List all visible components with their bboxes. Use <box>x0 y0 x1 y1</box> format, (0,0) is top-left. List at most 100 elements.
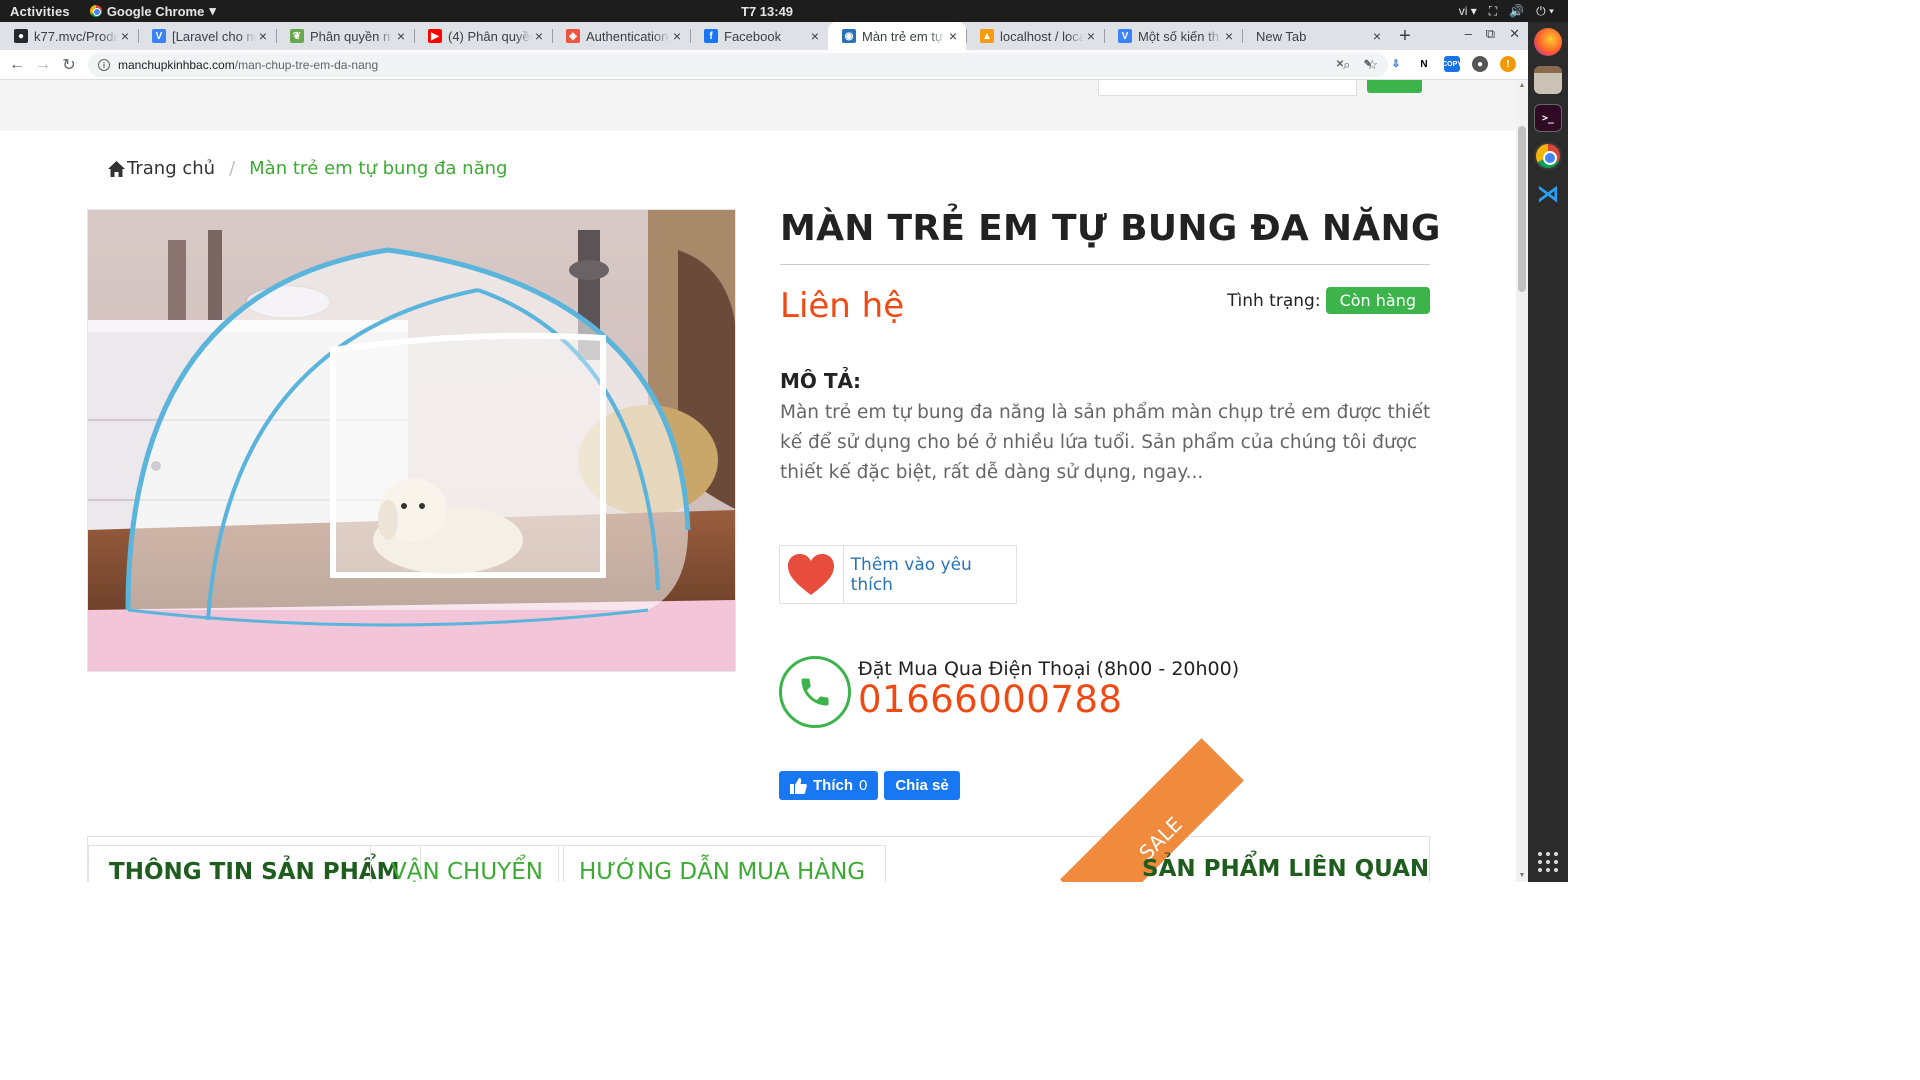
update-warning-icon[interactable]: ! <box>1500 56 1516 72</box>
laravel-icon: ◈ <box>566 29 580 43</box>
minimize-icon[interactable]: – <box>1465 26 1472 42</box>
browser-tab[interactable]: ◈ Authentication × <box>552 22 690 50</box>
download-icon[interactable]: ⇩ <box>1388 56 1404 72</box>
system-top-bar: Activities Google Chrome ▾ T7 13:49 vi ▾… <box>0 0 1568 22</box>
firefox-icon[interactable] <box>1534 28 1562 56</box>
extension-n-icon[interactable]: N <box>1416 56 1432 72</box>
browser-tab[interactable]: V Một số kiến th × <box>1104 22 1242 50</box>
phone-icon[interactable] <box>779 656 851 728</box>
v-logo-icon: V <box>152 29 166 43</box>
restore-icon[interactable]: ⧉ <box>1486 26 1495 42</box>
related-products-heading: SẢN PHẨM LIÊN QUAN <box>1142 856 1430 882</box>
language-indicator[interactable]: vi ▾ <box>1459 4 1477 18</box>
tab-close-icon[interactable]: × <box>256 28 270 44</box>
breadcrumb-home[interactable]: Trang chủ <box>108 158 215 179</box>
clock[interactable]: T7 13:49 <box>741 4 793 19</box>
scroll-thumb[interactable] <box>1518 126 1526 292</box>
reload-icon[interactable]: ↻ <box>56 55 82 75</box>
browser-tab[interactable]: f Facebook × <box>690 22 828 50</box>
caret-down-icon: ▾ <box>209 3 216 18</box>
tab-buying-guide[interactable]: HƯỚNG DẪN MUA HÀNG <box>558 845 887 882</box>
activities-button[interactable]: Activities <box>10 4 70 19</box>
extension-x-icon[interactable]: ✕ <box>1332 56 1348 72</box>
phpmyadmin-icon: ▲ <box>980 29 994 43</box>
home-icon <box>108 160 125 177</box>
url-path: /man-chup-tre-em-da-nang <box>234 58 379 72</box>
browser-tab[interactable]: ◉ Màn trẻ em tự b × <box>828 22 966 50</box>
product-price: Liên hệ <box>780 286 905 326</box>
leaf-icon: ❦ <box>290 29 304 43</box>
tab-title: k77.mvc/Produ <box>34 28 118 44</box>
phone-caption: Đặt Mua Qua Điện Thoại (8h00 - 20h00) <box>858 658 1240 680</box>
browser-tab[interactable]: V [Laravel cho ng × <box>138 22 276 50</box>
tab-strip: ● k77.mvc/Produ × V [Laravel cho ng × ❦ Phân qu… <box>0 22 1528 50</box>
eyedropper-icon[interactable]: ✎ <box>1360 56 1376 72</box>
product-image[interactable] <box>87 209 736 672</box>
url-host: manchupkinhbac.com <box>118 58 235 72</box>
facebook-like-button[interactable]: Thích 0 <box>779 771 879 800</box>
new-tab-plus-icon[interactable]: + <box>1390 22 1420 50</box>
facebook-icon: f <box>704 29 718 43</box>
breadcrumb-current: Màn trẻ em tự bung đa năng <box>249 158 508 179</box>
info-icon[interactable]: i <box>98 59 110 71</box>
copy-icon[interactable]: COPY <box>1442 56 1462 72</box>
tab-close-icon[interactable]: × <box>118 28 132 44</box>
github-icon: ● <box>14 29 28 43</box>
page-scrollbar[interactable]: ▲ ▼ <box>1516 80 1528 882</box>
terminal-icon[interactable]: >_ <box>1534 104 1562 132</box>
phone-order: Đặt Mua Qua Điện Thoại (8h00 - 20h00) 01… <box>779 656 1239 728</box>
tab-close-icon[interactable]: × <box>1084 28 1098 44</box>
tab-close-icon[interactable]: × <box>394 28 408 44</box>
tab-title: Một số kiến th <box>1138 28 1219 44</box>
vscode-icon[interactable]: ⋊ <box>1534 180 1562 208</box>
tab-close-icon[interactable]: × <box>670 28 684 44</box>
site-header <box>0 80 1516 131</box>
chrome-dock-icon[interactable] <box>1534 142 1562 170</box>
profile-avatar-icon[interactable]: ● <box>1472 56 1488 72</box>
tab-close-icon[interactable]: × <box>808 28 822 44</box>
system-tray[interactable]: vi ▾ ⛶ 🔊 ⏻ ▾ <box>1459 4 1554 19</box>
tab-title: Phân quyền n <box>310 28 391 44</box>
dock: >_ ⋊ <box>1528 22 1568 882</box>
web-page: Trang chủ / Màn trẻ em tự bung đa năng M… <box>0 80 1516 882</box>
tab-shipping[interactable]: VẬN CHUYỂN <box>370 845 564 882</box>
tab-close-icon[interactable]: × <box>946 28 960 44</box>
description-heading: MÔ TẢ: <box>780 369 861 393</box>
power-icon: ⏻ ▾ <box>1536 3 1554 18</box>
facebook-buttons: Thích 0 Chia sẻ <box>779 771 960 800</box>
tab-close-icon[interactable]: × <box>1370 28 1384 44</box>
breadcrumb: Trang chủ / Màn trẻ em tự bung đa năng <box>108 158 507 179</box>
like-label: Thích <box>813 777 853 794</box>
youtube-icon: ▶ <box>428 29 442 43</box>
window-controls: – ⧉ ✕ <box>1465 26 1520 42</box>
thumbs-up-icon <box>790 777 807 794</box>
browser-tab[interactable]: New Tab × <box>1242 22 1390 50</box>
breadcrumb-separator: / <box>229 158 236 179</box>
site-icon: ◉ <box>842 29 856 43</box>
app-name: Google Chrome <box>106 3 205 19</box>
tab-title: Facebook <box>724 28 782 44</box>
back-arrow-icon[interactable]: ← <box>4 56 30 74</box>
tab-close-icon[interactable]: × <box>532 28 546 44</box>
add-to-wishlist-button[interactable]: Thêm vào yêu thích <box>779 545 1017 604</box>
show-apps-icon[interactable] <box>1534 848 1562 876</box>
browser-tab[interactable]: ▲ localhost / loca × <box>966 22 1104 50</box>
browser-tab[interactable]: ❦ Phân quyền n × <box>276 22 414 50</box>
product-title: MÀN TRẺ EM TỰ BUNG ĐA NĂNG <box>780 208 1441 249</box>
facebook-share-button[interactable]: Chia sẻ <box>884 771 960 800</box>
browser-tab[interactable]: ▶ (4) Phân quyền × <box>414 22 552 50</box>
site-search-button[interactable] <box>1367 80 1422 93</box>
forward-arrow-icon[interactable]: → <box>30 56 56 74</box>
browser-tab[interactable]: ● k77.mvc/Produ × <box>0 22 138 50</box>
address-bar[interactable]: i manchupkinhbac.com/man-chup-tre-em-da-… <box>88 53 1388 77</box>
close-window-icon[interactable]: ✕ <box>1509 26 1520 42</box>
stock-status-label: Tình trạng: <box>1227 290 1321 311</box>
site-search-input[interactable] <box>1098 80 1357 96</box>
scroll-up-arrow-icon[interactable]: ▲ <box>1516 80 1528 92</box>
tab-close-icon[interactable]: × <box>1222 28 1236 44</box>
phone-number[interactable]: 01666000788 <box>858 678 1239 721</box>
app-menu[interactable]: Google Chrome ▾ <box>89 3 216 19</box>
scroll-down-arrow-icon[interactable]: ▼ <box>1516 870 1528 882</box>
wishlist-label: Thêm vào yêu thích <box>850 554 972 595</box>
files-icon[interactable] <box>1534 66 1562 94</box>
